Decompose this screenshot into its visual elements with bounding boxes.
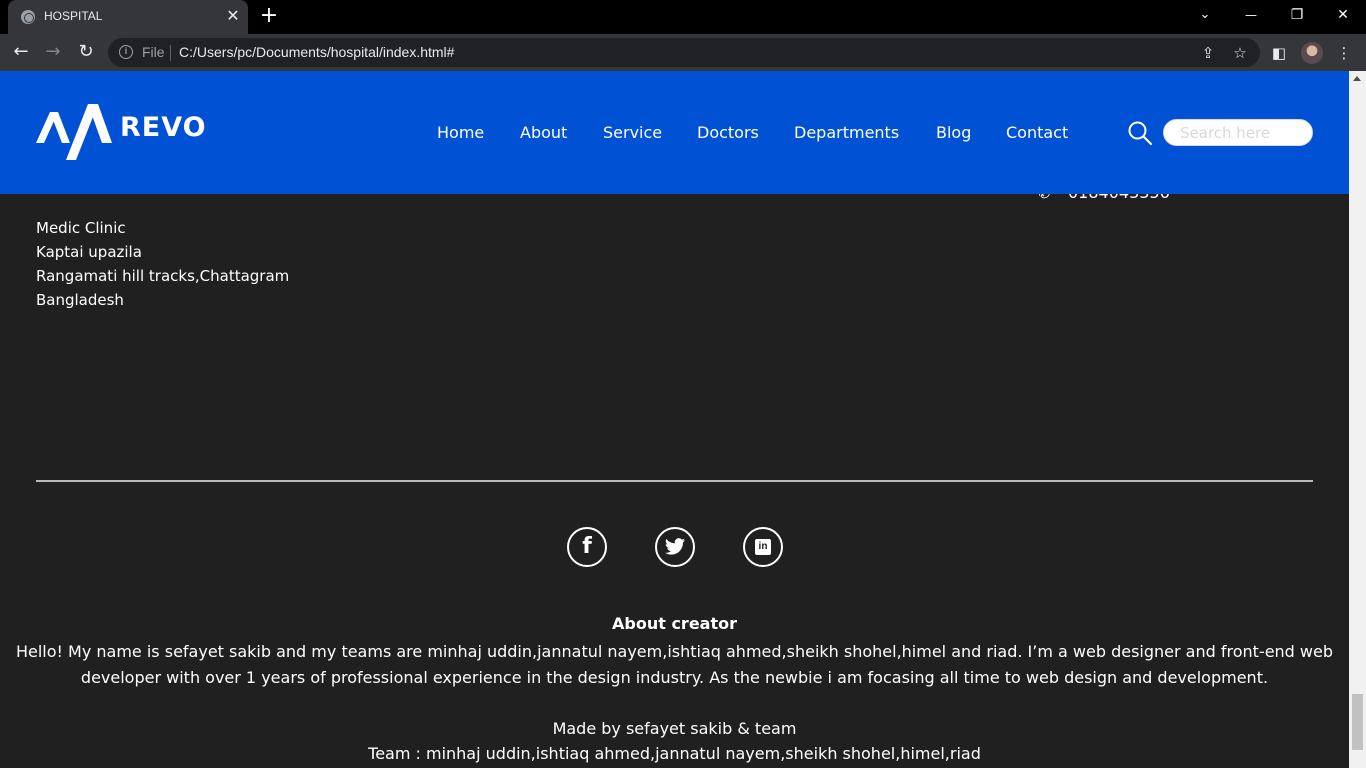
url-text[interactable]: C:/Users/pc/Documents/hospital/index.htm… [179, 44, 454, 60]
footer-address: Medic Clinic Kaptai upazila Rangamati hi… [36, 216, 289, 312]
nav-item-blog[interactable]: Blog [936, 123, 971, 142]
window-close-icon[interactable]: ✕ [1320, 0, 1366, 30]
linkedin-icon[interactable]: in [743, 527, 783, 567]
footer-divider [36, 480, 1313, 482]
tab-close-icon[interactable]: ✕ [224, 7, 242, 25]
share-icon[interactable]: ⇪ [1198, 43, 1218, 63]
nav-item-home[interactable]: Home [437, 123, 484, 142]
menu-kebab-icon[interactable]: ⋮ [1333, 42, 1355, 64]
browser-tab-strip: HOSPITAL ✕ + ⌄ — ❐ ✕ [0, 0, 1366, 34]
linkedin-glyph: in [755, 539, 771, 555]
forward-arrow-icon[interactable]: → [41, 40, 65, 64]
facebook-icon[interactable]: f [567, 527, 607, 567]
made-by-text: Made by sefayet sakib & team [552, 719, 797, 738]
page-scrollbar[interactable] [1349, 71, 1366, 768]
reload-icon[interactable]: ↻ [74, 40, 98, 64]
social-links: f in [567, 527, 827, 567]
about-creator-heading: About creator [612, 614, 737, 633]
address-line: Rangamati hill tracks,Chattagram [36, 267, 290, 285]
address-line: Kaptai upazila [36, 243, 142, 261]
side-panel-icon[interactable]: ◧ [1268, 42, 1290, 64]
logo-mark-icon [36, 104, 112, 160]
credits: Made by sefayet sakib & team Team : minh… [0, 716, 1349, 766]
browser-toolbar: ← → ↻ i File C:/Users/pc/Documents/hospi… [0, 34, 1366, 71]
new-tab-button[interactable]: + [258, 5, 280, 28]
address-bar[interactable]: i File C:/Users/pc/Documents/hospital/in… [108, 38, 1260, 67]
tab-search-icon[interactable]: ⌄ [1182, 0, 1228, 30]
browser-tab[interactable]: HOSPITAL ✕ [8, 0, 248, 34]
globe-icon [21, 10, 35, 24]
search-input[interactable] [1163, 119, 1313, 146]
address-line: Medic Clinic [36, 219, 126, 237]
team-text: Team : minhaj uddin,ishtiaq ahmed,jannat… [368, 744, 981, 763]
nav-item-doctors[interactable]: Doctors [697, 123, 759, 142]
info-icon[interactable]: i [119, 45, 133, 59]
nav-item-service[interactable]: Service [603, 123, 662, 142]
restore-icon[interactable]: ❐ [1274, 0, 1320, 30]
url-scheme: File [142, 44, 165, 60]
site-logo[interactable]: REVO [36, 102, 206, 162]
profile-avatar[interactable] [1301, 42, 1323, 64]
nav-item-about[interactable]: About [520, 123, 567, 142]
nav-item-contact[interactable]: Contact [1006, 123, 1068, 142]
nav-item-departments[interactable]: Departments [794, 123, 899, 142]
scroll-up-arrow-icon[interactable] [1353, 76, 1361, 81]
scrollbar-thumb[interactable] [1352, 694, 1363, 750]
twitter-icon[interactable] [655, 527, 695, 567]
minimize-icon[interactable]: — [1228, 0, 1274, 30]
address-line: Bangladesh [36, 291, 124, 309]
about-creator-text: Hello! My name is sefayet sakib and my t… [15, 642, 1334, 687]
search-icon[interactable] [1127, 120, 1153, 146]
site-header: REVO Home About Service Doctors Departme… [0, 71, 1349, 194]
bookmark-star-icon[interactable]: ☆ [1230, 43, 1250, 63]
logo-text: REVO [120, 112, 207, 143]
twitter-bird-glyph [664, 538, 686, 555]
back-arrow-icon[interactable]: ← [9, 40, 33, 64]
url-divider [170, 45, 171, 61]
tab-title: HOSPITAL [44, 9, 103, 23]
